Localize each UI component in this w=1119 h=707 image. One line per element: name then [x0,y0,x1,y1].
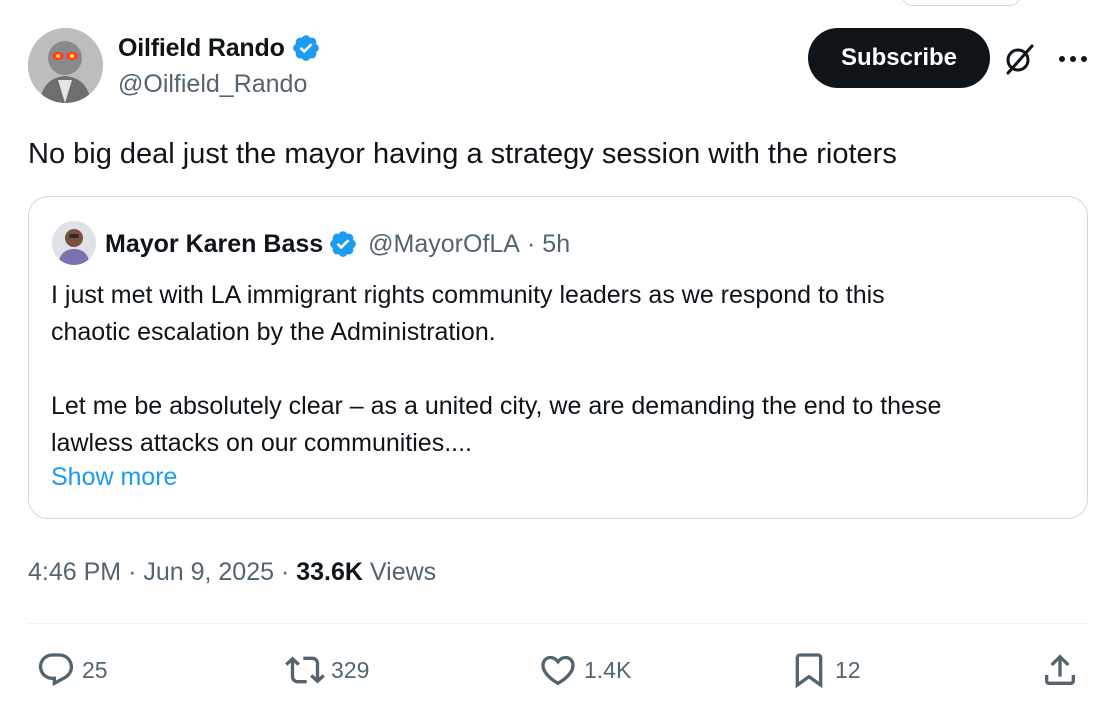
separator-dot: · [526,229,536,258]
separator-dot: · [128,558,137,586]
divider [28,623,1090,624]
quote-author-handle[interactable]: @MayorOfLA [368,230,520,259]
separator-dot: · [280,558,290,586]
avatar-image [28,28,103,103]
quote-line: chaotic escalation by the Administration… [51,317,496,346]
tweet-time[interactable]: 4:46 PM [28,558,121,586]
subscribe-button[interactable]: Subscribe [808,28,990,88]
show-more-link[interactable]: Show more [51,463,177,492]
more-horizontal-icon[interactable] [1056,44,1090,74]
quote-header: Mayor Karen Bass @MayorOfLA · 5h [105,227,570,261]
tweet-text: No big deal just the mayor having a stra… [28,138,897,170]
quote-line: lawless attacks on our communities.... [51,428,472,457]
author-handle[interactable]: @Oilfield_Rando [118,70,307,99]
quote-body: I just met with LA immigrant rights comm… [51,277,1071,461]
bookmark-icon [795,653,823,689]
quote-line: Let me be absolutely clear – as a united… [51,392,942,420]
verified-badge-icon [292,35,319,61]
quote-timestamp[interactable]: 5h [542,230,570,259]
heart-icon [541,655,575,686]
share-icon [1045,654,1075,685]
reply-button[interactable]: 25 [36,648,108,692]
author-name-row[interactable]: Oilfield Rando [118,31,321,65]
author-name[interactable]: Oilfield Rando [118,34,285,63]
repost-button[interactable]: 329 [285,648,369,692]
like-count: 1.4K [584,656,632,683]
bookmark-button[interactable]: 12 [789,648,861,692]
bookmark-count: 12 [835,656,861,683]
quote-author-name[interactable]: Mayor Karen Bass [105,230,323,259]
tweet-meta: 4:46 PM · Jun 9, 2025 · 33.6K Views [28,558,436,587]
tweet-date[interactable]: Jun 9, 2025 [143,558,274,586]
repost-icon [285,656,325,684]
quote-avatar[interactable] [52,221,96,265]
quote-avatar-image [52,221,96,265]
views-count: 33.6K [296,558,363,586]
top-pill-button[interactable] [902,0,1020,6]
quote-line: I just met with LA immigrant rights comm… [51,281,885,309]
quoted-tweet-card[interactable]: Mayor Karen Bass @MayorOfLA · 5h I just … [28,196,1088,519]
share-button[interactable] [1040,648,1080,692]
like-button[interactable]: 1.4K [538,648,631,692]
views-label: Views [369,558,437,586]
reply-count: 25 [82,656,108,683]
reply-icon [38,653,74,687]
grok-icon[interactable] [1002,42,1036,76]
author-avatar[interactable] [28,28,103,103]
repost-count: 329 [331,656,370,683]
verified-badge-icon [330,231,356,257]
